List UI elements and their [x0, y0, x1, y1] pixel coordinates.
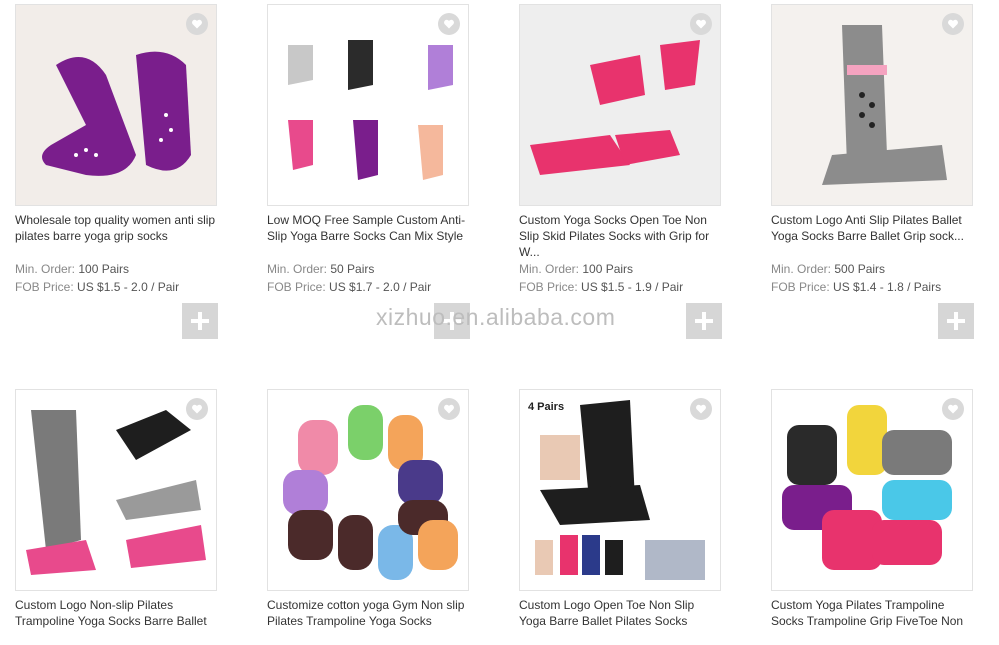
product-card[interactable]: Custom Logo Non-slip Pilates Trampoline …	[15, 389, 217, 645]
sock-photo: 4 Pairs	[520, 390, 720, 590]
product-image[interactable]	[771, 389, 973, 591]
product-title[interactable]: Custom Logo Open Toe Non Slip Yoga Barre…	[519, 597, 721, 645]
product-image[interactable]	[771, 4, 973, 206]
product-title[interactable]: Customize cotton yoga Gym Non slip Pilat…	[267, 597, 469, 645]
favorite-heart-icon[interactable]	[942, 398, 964, 420]
favorite-heart-icon[interactable]	[186, 398, 208, 420]
product-card[interactable]: Custom Yoga Socks Open Toe Non Slip Skid…	[519, 4, 721, 296]
favorite-heart-icon[interactable]	[438, 13, 460, 35]
product-title[interactable]: Custom Yoga Socks Open Toe Non Slip Skid…	[519, 212, 721, 260]
product-card[interactable]: Wholesale top quality women anti slip pi…	[15, 4, 217, 296]
sock-photo	[520, 5, 720, 205]
favorite-heart-icon[interactable]	[690, 398, 712, 420]
min-order: Min. Order: 100 Pairs	[519, 262, 634, 276]
sock-photo	[268, 390, 468, 590]
favorite-heart-icon[interactable]	[186, 13, 208, 35]
sock-photo	[772, 390, 972, 590]
product-title[interactable]: Custom Logo Anti Slip Pilates Ballet Yog…	[771, 212, 973, 260]
add-to-compare-button[interactable]	[938, 303, 974, 339]
fob-price: FOB Price: US $1.4 - 1.8 / Pairs	[771, 280, 942, 294]
favorite-heart-icon[interactable]	[942, 13, 964, 35]
fob-price: FOB Price: US $1.7 - 2.0 / Pair	[267, 280, 432, 294]
sock-photo	[16, 390, 216, 590]
sock-photo	[16, 5, 216, 205]
sock-photo	[772, 5, 972, 205]
fob-price: FOB Price: US $1.5 - 1.9 / Pair	[519, 280, 684, 294]
add-to-compare-button[interactable]	[182, 303, 218, 339]
badge-text: 4 Pairs	[528, 401, 564, 413]
product-image[interactable]	[519, 4, 721, 206]
product-image[interactable]	[15, 389, 217, 591]
product-image[interactable]	[15, 4, 217, 206]
product-title[interactable]: Custom Yoga Pilates Trampoline Socks Tra…	[771, 597, 973, 645]
product-title[interactable]: Wholesale top quality women anti slip pi…	[15, 212, 217, 260]
product-card[interactable]: Custom Logo Anti Slip Pilates Ballet Yog…	[771, 4, 973, 296]
product-card[interactable]: Customize cotton yoga Gym Non slip Pilat…	[267, 389, 469, 645]
add-to-compare-button[interactable]	[686, 303, 722, 339]
product-title[interactable]: Low MOQ Free Sample Custom Anti-Slip Yog…	[267, 212, 469, 260]
fob-price: FOB Price: US $1.5 - 2.0 / Pair	[15, 280, 180, 294]
product-card[interactable]: Low MOQ Free Sample Custom Anti-Slip Yog…	[267, 4, 469, 296]
watermark: xizhuo.en.alibaba.com	[376, 304, 616, 330]
product-image[interactable]: 4 Pairs	[519, 389, 721, 591]
product-title[interactable]: Custom Logo Non-slip Pilates Trampoline …	[15, 597, 217, 645]
min-order: Min. Order: 50 Pairs	[267, 262, 375, 276]
min-order: Min. Order: 500 Pairs	[771, 262, 886, 276]
product-image[interactable]	[267, 389, 469, 591]
favorite-heart-icon[interactable]	[690, 13, 712, 35]
product-card[interactable]: 4 Pairs Custom Logo Open Toe Non Slip Yo…	[519, 389, 721, 645]
sock-photo	[268, 5, 468, 205]
favorite-heart-icon[interactable]	[438, 398, 460, 420]
min-order: Min. Order: 100 Pairs	[15, 262, 130, 276]
product-card[interactable]: Custom Yoga Pilates Trampoline Socks Tra…	[771, 389, 973, 645]
product-image[interactable]	[267, 4, 469, 206]
